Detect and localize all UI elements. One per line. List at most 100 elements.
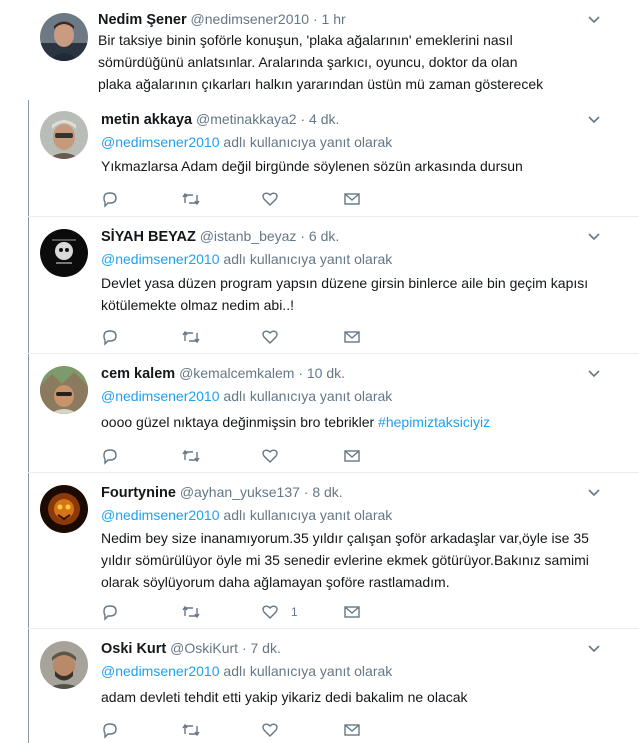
tweet-text-block: oooo güzel nıktaya değinmişsin bro tebri… xyxy=(101,411,601,433)
hashtag-link[interactable]: #hepimiztaksiciyiz xyxy=(378,414,490,430)
retweet-icon xyxy=(182,605,200,619)
reply-tweet[interactable]: Oski Kurt @OskiKurt · 7 dk. @nedimsener2… xyxy=(0,629,639,743)
retweet-button[interactable] xyxy=(181,602,201,622)
reply-context-label: adlı kullanıcıya yanıt olarak xyxy=(223,663,393,679)
avatar[interactable] xyxy=(40,111,88,159)
tweet-text: oooo güzel nıktaya değinmişsin bro tebri… xyxy=(101,414,375,430)
like-button[interactable] xyxy=(261,327,291,347)
reply-button[interactable] xyxy=(101,446,119,466)
author-name[interactable]: Fourtynine xyxy=(101,485,176,501)
envelope-icon xyxy=(344,450,360,462)
retweet-button[interactable] xyxy=(181,189,201,209)
separator-dot: · xyxy=(300,228,305,244)
reply-mention-link[interactable]: @nedimsener2010 xyxy=(101,663,220,679)
reply-icon xyxy=(103,449,117,465)
author-handle[interactable]: @ayhan_yukse137 xyxy=(180,484,300,500)
author-handle[interactable]: @metinakkaya2 xyxy=(196,111,297,127)
reply-tweet[interactable]: SİYAH BEYAZ @istanb_beyaz · 6 dk. @nedim… xyxy=(0,217,639,353)
tweet-time[interactable]: 10 dk. xyxy=(307,365,345,381)
separator-dot: · xyxy=(303,484,309,500)
avatar-image xyxy=(40,485,88,533)
retweet-icon xyxy=(182,330,200,344)
dm-button[interactable] xyxy=(343,720,361,740)
dm-button[interactable] xyxy=(343,602,361,622)
reply-context-label: adlı kullanıcıya yanıt olarak xyxy=(223,388,393,404)
retweet-button[interactable] xyxy=(181,446,201,466)
envelope-icon xyxy=(344,193,360,205)
chevron-down-icon[interactable] xyxy=(587,229,601,243)
heart-icon xyxy=(262,330,278,344)
reply-context-label: adlı kullanıcıya yanıt olarak xyxy=(223,507,393,523)
avatar-image xyxy=(40,111,88,159)
avatar[interactable] xyxy=(40,641,88,689)
avatar[interactable] xyxy=(40,229,88,277)
avatar[interactable] xyxy=(40,485,88,533)
avatar[interactable] xyxy=(40,13,88,61)
reply-icon xyxy=(103,723,117,739)
retweet-icon xyxy=(182,449,200,463)
reply-tweet[interactable]: cem kalem @kemalcemkalem · 10 dk. @nedim… xyxy=(0,354,639,472)
retweet-button[interactable] xyxy=(181,720,201,740)
heart-icon xyxy=(262,605,278,619)
retweet-button[interactable] xyxy=(181,327,201,347)
reply-tweet[interactable]: metin akkaya @metinakkaya2 · 4 dk. @nedi… xyxy=(0,101,639,216)
envelope-icon xyxy=(344,331,360,343)
tweet-time[interactable]: 6 dk. xyxy=(309,228,339,244)
tweet-time[interactable]: 4 dk. xyxy=(309,111,339,127)
author-name[interactable]: SİYAH BEYAZ xyxy=(101,229,196,245)
reply-mention-link[interactable]: @nedimsener2010 xyxy=(101,507,220,523)
reply-icon xyxy=(103,330,117,346)
avatar-image xyxy=(40,641,88,689)
separator-dot: · xyxy=(312,11,318,27)
author-name[interactable]: Nedim Şener xyxy=(98,12,187,28)
author-handle[interactable]: @istanb_beyaz xyxy=(200,228,297,244)
avatar-image xyxy=(40,13,88,61)
envelope-icon xyxy=(344,724,360,736)
tweet-text: adam devleti tehdit etti yakip yikariz d… xyxy=(101,689,468,705)
reply-button[interactable] xyxy=(101,189,119,209)
tweet-text: Bir taksiye binin şoförle konuşun, 'plak… xyxy=(98,32,544,92)
like-button[interactable] xyxy=(261,720,291,740)
reply-button[interactable] xyxy=(101,720,119,740)
dm-button[interactable] xyxy=(343,446,361,466)
heart-icon xyxy=(262,449,278,463)
reply-tweet[interactable]: Fourtynine @ayhan_yukse137 · 8 dk. @nedi… xyxy=(0,473,639,628)
dm-button[interactable] xyxy=(343,189,361,209)
author-handle[interactable]: @OskiKurt xyxy=(170,640,238,656)
main-tweet[interactable]: Nedim Şener @nedimsener2010 · 1 hr Bir t… xyxy=(0,0,639,100)
chevron-down-icon[interactable] xyxy=(587,641,601,655)
reply-context-label: adlı kullanıcıya yanıt olarak xyxy=(223,251,393,267)
like-button[interactable]: 1 xyxy=(261,602,298,622)
tweet-time[interactable]: 1 hr xyxy=(322,11,346,27)
avatar-image xyxy=(40,366,88,414)
author-name[interactable]: cem kalem xyxy=(101,366,175,382)
reply-icon xyxy=(103,192,117,208)
avatar[interactable] xyxy=(40,366,88,414)
like-button[interactable] xyxy=(261,446,291,466)
tweet-text: Yıkmazlarsa Adam değil birgünde söylenen… xyxy=(101,158,523,174)
separator-dot: · xyxy=(241,640,247,656)
reply-button[interactable] xyxy=(101,602,119,622)
separator-dot: · xyxy=(298,365,303,381)
author-handle[interactable]: @kemalcemkalem xyxy=(179,365,294,381)
tweet-time[interactable]: 7 dk. xyxy=(251,640,281,656)
chevron-down-icon[interactable] xyxy=(587,12,601,26)
chevron-down-icon[interactable] xyxy=(587,485,601,499)
author-name[interactable]: metin akkaya xyxy=(101,112,192,128)
avatar-image xyxy=(40,229,88,277)
author-handle[interactable]: @nedimsener2010 xyxy=(191,11,310,27)
envelope-icon xyxy=(344,606,360,618)
chevron-down-icon[interactable] xyxy=(587,112,601,126)
reply-mention-link[interactable]: @nedimsener2010 xyxy=(101,388,220,404)
chevron-down-icon[interactable] xyxy=(587,366,601,380)
tweet-time[interactable]: 8 dk. xyxy=(312,484,342,500)
reply-button[interactable] xyxy=(101,327,119,347)
reply-mention-link[interactable]: @nedimsener2010 xyxy=(101,251,220,267)
heart-icon xyxy=(262,192,278,206)
like-button[interactable] xyxy=(261,189,291,209)
reply-mention-link[interactable]: @nedimsener2010 xyxy=(101,134,220,150)
dm-button[interactable] xyxy=(343,327,361,347)
like-count: 1 xyxy=(291,605,298,619)
tweet-text: Nedim bey size inanamıyorum.35 yıldır ça… xyxy=(101,530,589,590)
author-name[interactable]: Oski Kurt xyxy=(101,641,166,657)
